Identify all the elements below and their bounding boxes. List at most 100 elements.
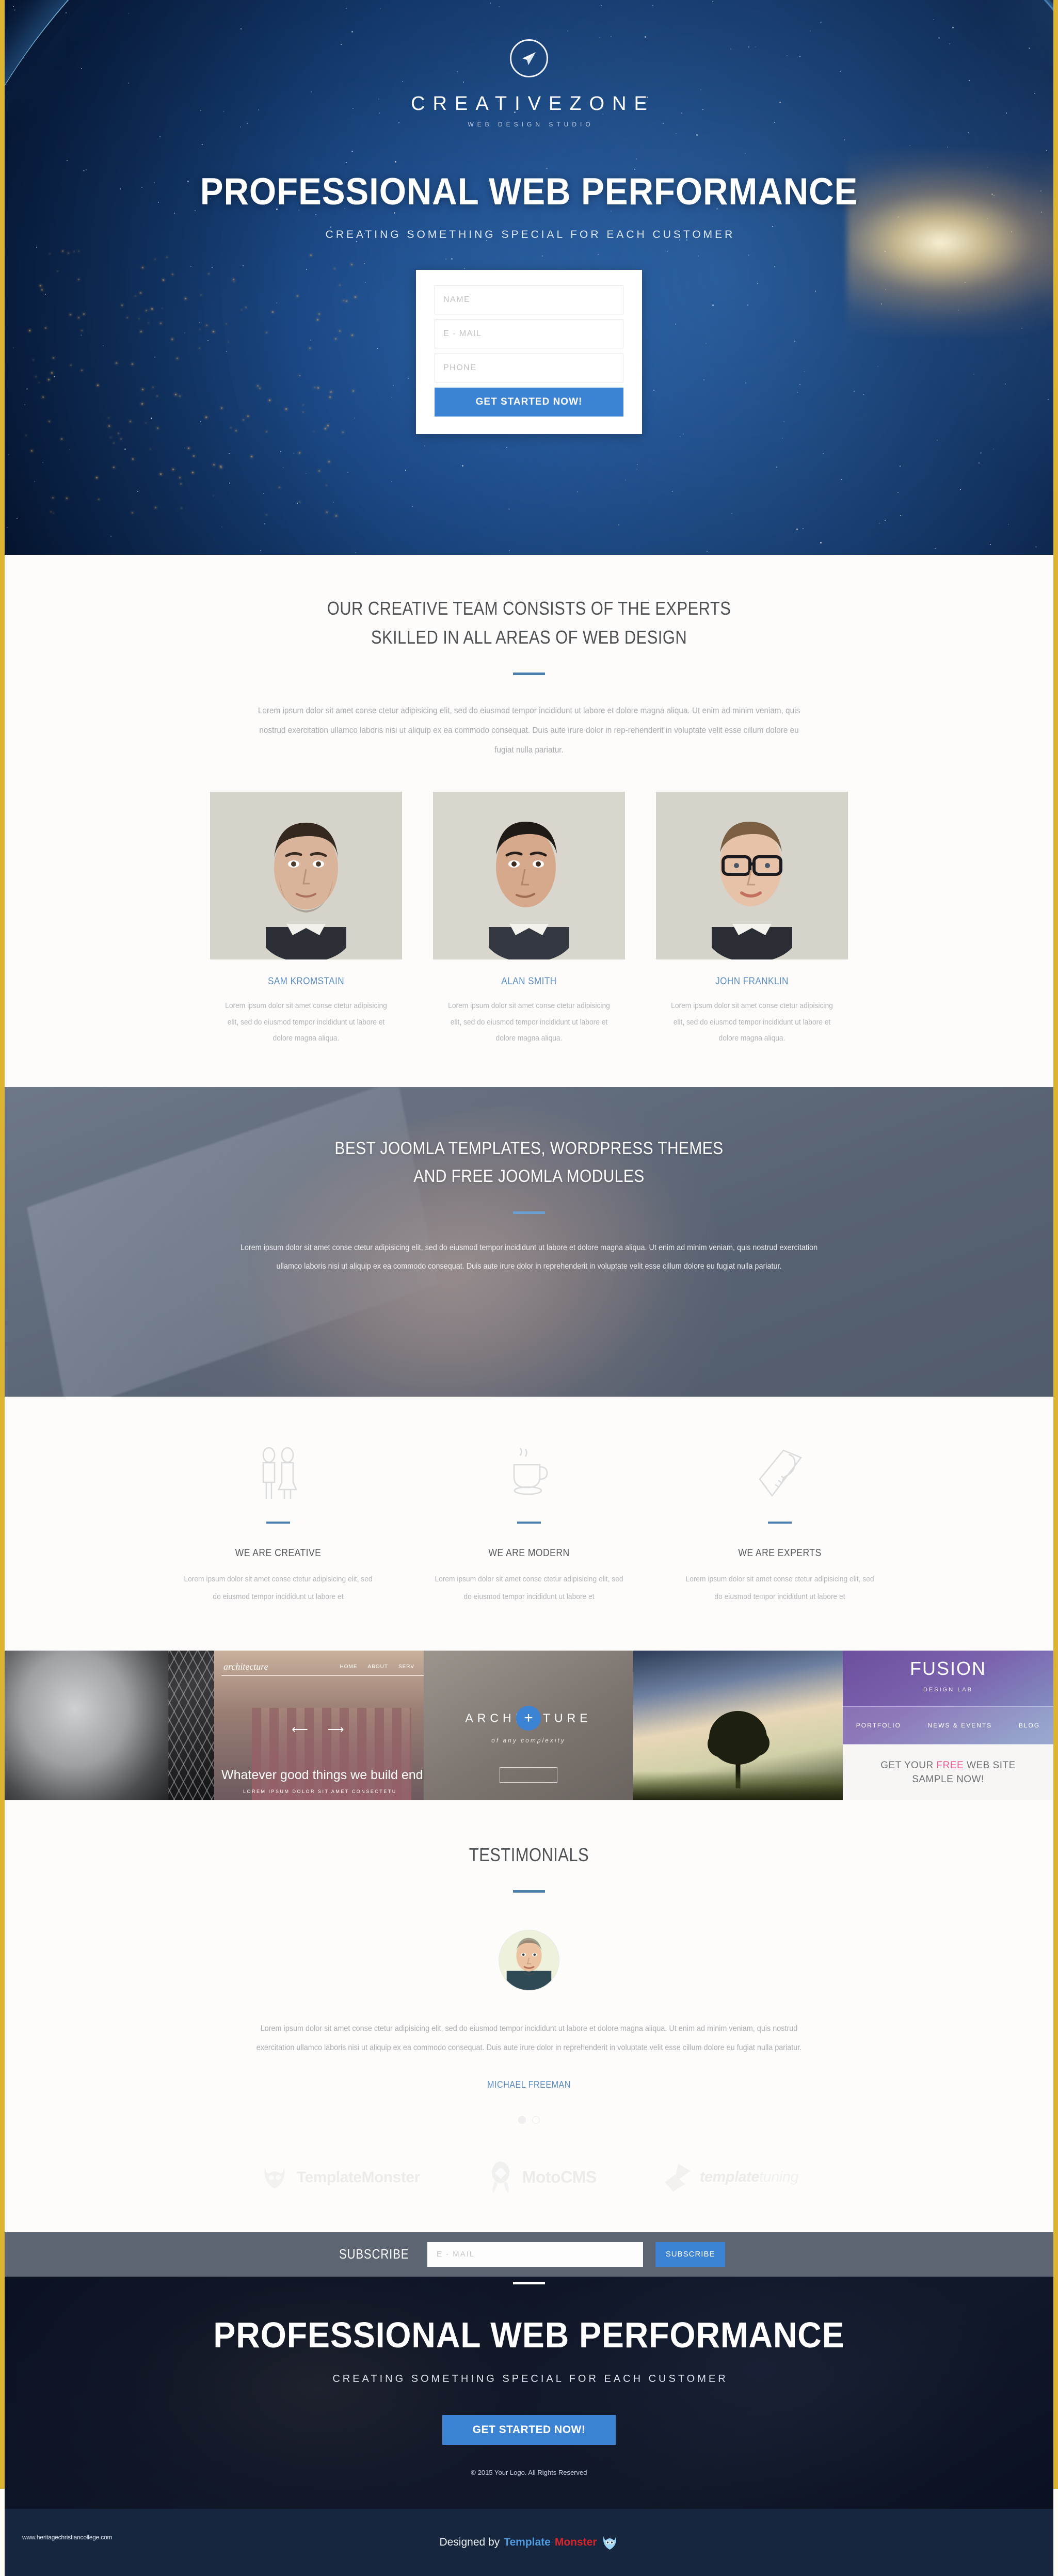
preview-subline: LOREM IPSUM DOLOR SIT AMET CONSECTETU [243,1789,397,1794]
monster-mascot-icon [601,2535,619,2550]
brand-part-monster: Monster [555,2536,597,2549]
designed-by-label: Designed by [439,2536,500,2549]
preview-headline: Whatever good things we build end u [221,1768,424,1783]
carousel-dot-1[interactable] [518,2116,526,2124]
email-input[interactable] [435,319,623,348]
partner-motocms[interactable]: MotoCMS [486,2161,597,2194]
parallax-promo-section: BEST JOOMLA TEMPLATES, WORDPRESS THEMES … [5,1087,1053,1397]
slider-arrows-icon: ⟵ ⟶ [292,1723,352,1736]
carousel-dot-2[interactable] [532,2116,540,2124]
monster-icon [260,2164,290,2191]
preview-button[interactable] [500,1767,557,1783]
team-member-name: ALAN SMITH [443,976,616,987]
hero-title: PROFESSIONAL WEB PERFORMANCE [46,170,1011,213]
team-section: OUR CREATIVE TEAM CONSISTS OF THE EXPERT… [5,555,1053,1087]
team-member-photo [210,792,402,959]
team-member-card[interactable]: JOHN FRANKLIN Lorem ipsum dolor sit amet… [656,792,848,1047]
site-url-label: www.heritagechristiancollege.com [22,2534,112,2541]
section-rule [513,673,545,675]
hero-signup-form: GET STARTED NOW! [416,270,642,434]
feature-card: WE ARE MODERN Lorem ipsum dolor sit amet… [426,1444,632,1606]
team-lead-text: Lorem ipsum dolor sit amet conse ctetur … [253,701,806,760]
brand-tagline: WEB DESIGN STUDIO [5,121,1053,128]
name-input[interactable] [435,285,623,314]
parallax-heading-line1: BEST JOOMLA TEMPLATES, WORDPRESS THEMES [334,1139,723,1158]
preview-nav-services: SERV [398,1664,414,1670]
team-member-card[interactable]: SAM KROMSTAIN Lorem ipsum dolor sit amet… [210,792,402,1047]
feature-card: WE ARE EXPERTS Lorem ipsum dolor sit ame… [677,1444,883,1606]
partner-templatetuning[interactable]: templatetuning [663,2162,798,2194]
preview-nav-divider [221,1675,424,1676]
designed-by-credit[interactable]: Designed by Template Monster [439,2535,618,2550]
gallery-item-nature[interactable] [633,1651,843,1800]
partner-templatemonster[interactable]: TemplateMonster [260,2164,420,2191]
features-list: WE ARE CREATIVE Lorem ipsum dolor sit am… [5,1444,1053,1606]
subscribe-bar: SUBSCRIBE SUBSCRIBE [5,2232,1053,2277]
paper-plane-icon [510,39,548,77]
feature-rule [768,1522,792,1524]
fusion-navbar: PORTFOLIO NEWS & EVENTS BLOG [843,1706,1053,1745]
team-member-desc: Lorem ipsum dolor sit amet conse ctetur … [441,998,617,1047]
feature-desc: Lorem ipsum dolor sit amet conse ctetur … [685,1571,875,1606]
cta-line-2: SAMPLE NOW! [912,1774,984,1785]
copyright-text: © 2015 Your Logo. All Rights Reserved [5,2469,1053,2476]
section-rule [513,1211,545,1214]
team-heading-line2: SKILLED IN ALL AREAS OF WEB DESIGN [371,627,687,648]
preview-subtitle: of any complexity [491,1737,566,1744]
pencil-ruler-icon [677,1444,883,1505]
phone-input[interactable] [435,354,623,382]
partner-name: TemplateMonster [297,2169,420,2186]
team-member-card[interactable]: ALAN SMITH Lorem ipsum dolor sit amet co… [433,792,625,1047]
testimonial-carousel-dots [5,2116,1053,2124]
testimonial-avatar [499,1930,559,1991]
footer-rule [513,2282,545,2284]
portfolio-gallery: architecture HOME ABOUT SERV ⟵ ⟶ Whateve… [5,1651,1053,1800]
landing-page: CREATIVEZONE WEB DESIGN STUDIO PROFESSIO… [5,0,1053,2576]
gallery-item-fusion[interactable]: FUSION DESIGN LAB PORTFOLIO NEWS & EVENT… [843,1651,1053,1800]
feature-desc: Lorem ipsum dolor sit amet conse ctetur … [183,1571,373,1606]
parallax-heading: BEST JOOMLA TEMPLATES, WORDPRESS THEMES … [68,1134,990,1191]
athlete-portrait [5,1651,168,1800]
team-member-photo [433,792,625,959]
brand-name: CREATIVEZONE [5,93,1053,115]
feature-title: WE ARE EXPERTS [689,1547,871,1559]
parallax-heading-line2: AND FREE JOOMLA MODULES [413,1166,644,1186]
feature-title: WE ARE MODERN [438,1547,620,1559]
get-started-button[interactable]: GET STARTED NOW! [435,388,623,417]
partner-logos: TemplateMonster MotoCMS templatetuning [5,2124,1053,2232]
gallery-item-sport[interactable] [5,1651,214,1800]
hero-section: CREATIVEZONE WEB DESIGN STUDIO PROFESSIO… [5,0,1053,555]
plus-icon[interactable]: + [516,1706,541,1731]
gallery-item-architecture-title[interactable]: ARCHI CTURE + of any complexity [424,1651,633,1800]
testimonials-heading: TESTIMONIALS [78,1841,980,1869]
footer-cta-section: PROFESSIONAL WEB PERFORMANCE CREATING SO… [5,2277,1053,2509]
cta-line-1: GET YOUR FREE WEB SITE [880,1760,1016,1771]
testimonial-quote: Lorem ipsum dolor sit amet conse ctetur … [248,2020,810,2058]
feature-desc: Lorem ipsum dolor sit amet conse ctetur … [434,1571,624,1606]
preview-nav-home: HOME [340,1664,357,1670]
city-skyline [252,1708,411,1801]
team-heading: OUR CREATIVE TEAM CONSISTS OF THE EXPERT… [78,594,980,652]
arrow-swirl-icon [663,2162,693,2194]
team-member-name: SAM KROMSTAIN [220,976,393,987]
section-rule [513,1890,545,1893]
footer-get-started-button[interactable]: GET STARTED NOW! [442,2415,616,2445]
features-section: WE ARE CREATIVE Lorem ipsum dolor sit am… [5,1397,1053,1651]
footer-title: PROFESSIONAL WEB PERFORMANCE [46,2314,1011,2356]
gallery-item-architecture-site[interactable]: architecture HOME ABOUT SERV ⟵ ⟶ Whateve… [214,1651,424,1800]
parallax-lead-text: Lorem ipsum dolor sit amet conse ctetur … [239,1239,820,1277]
free-sample-cta[interactable]: GET YOUR FREE WEB SITE SAMPLE NOW! [843,1745,1053,1800]
subscribe-email-input[interactable] [427,2242,643,2267]
fusion-nav-blog: BLOG [1019,1722,1040,1729]
coffee-cup-icon [426,1444,632,1505]
fusion-tagline: DESIGN LAB [923,1687,973,1693]
subscribe-button[interactable]: SUBSCRIBE [655,2242,726,2267]
team-member-list: SAM KROMSTAIN Lorem ipsum dolor sit amet… [5,792,1053,1047]
rocket-icon [486,2161,515,2194]
partner-name: MotoCMS [522,2168,597,2187]
feature-rule [517,1522,541,1524]
partner-name: templatetuning [700,2169,798,2186]
fusion-nav-portfolio: PORTFOLIO [856,1722,901,1729]
grass-foreground [633,1771,843,1800]
testimonials-section: TESTIMONIALS Lorem ipsum dolor sit amet … [5,1800,1053,2232]
